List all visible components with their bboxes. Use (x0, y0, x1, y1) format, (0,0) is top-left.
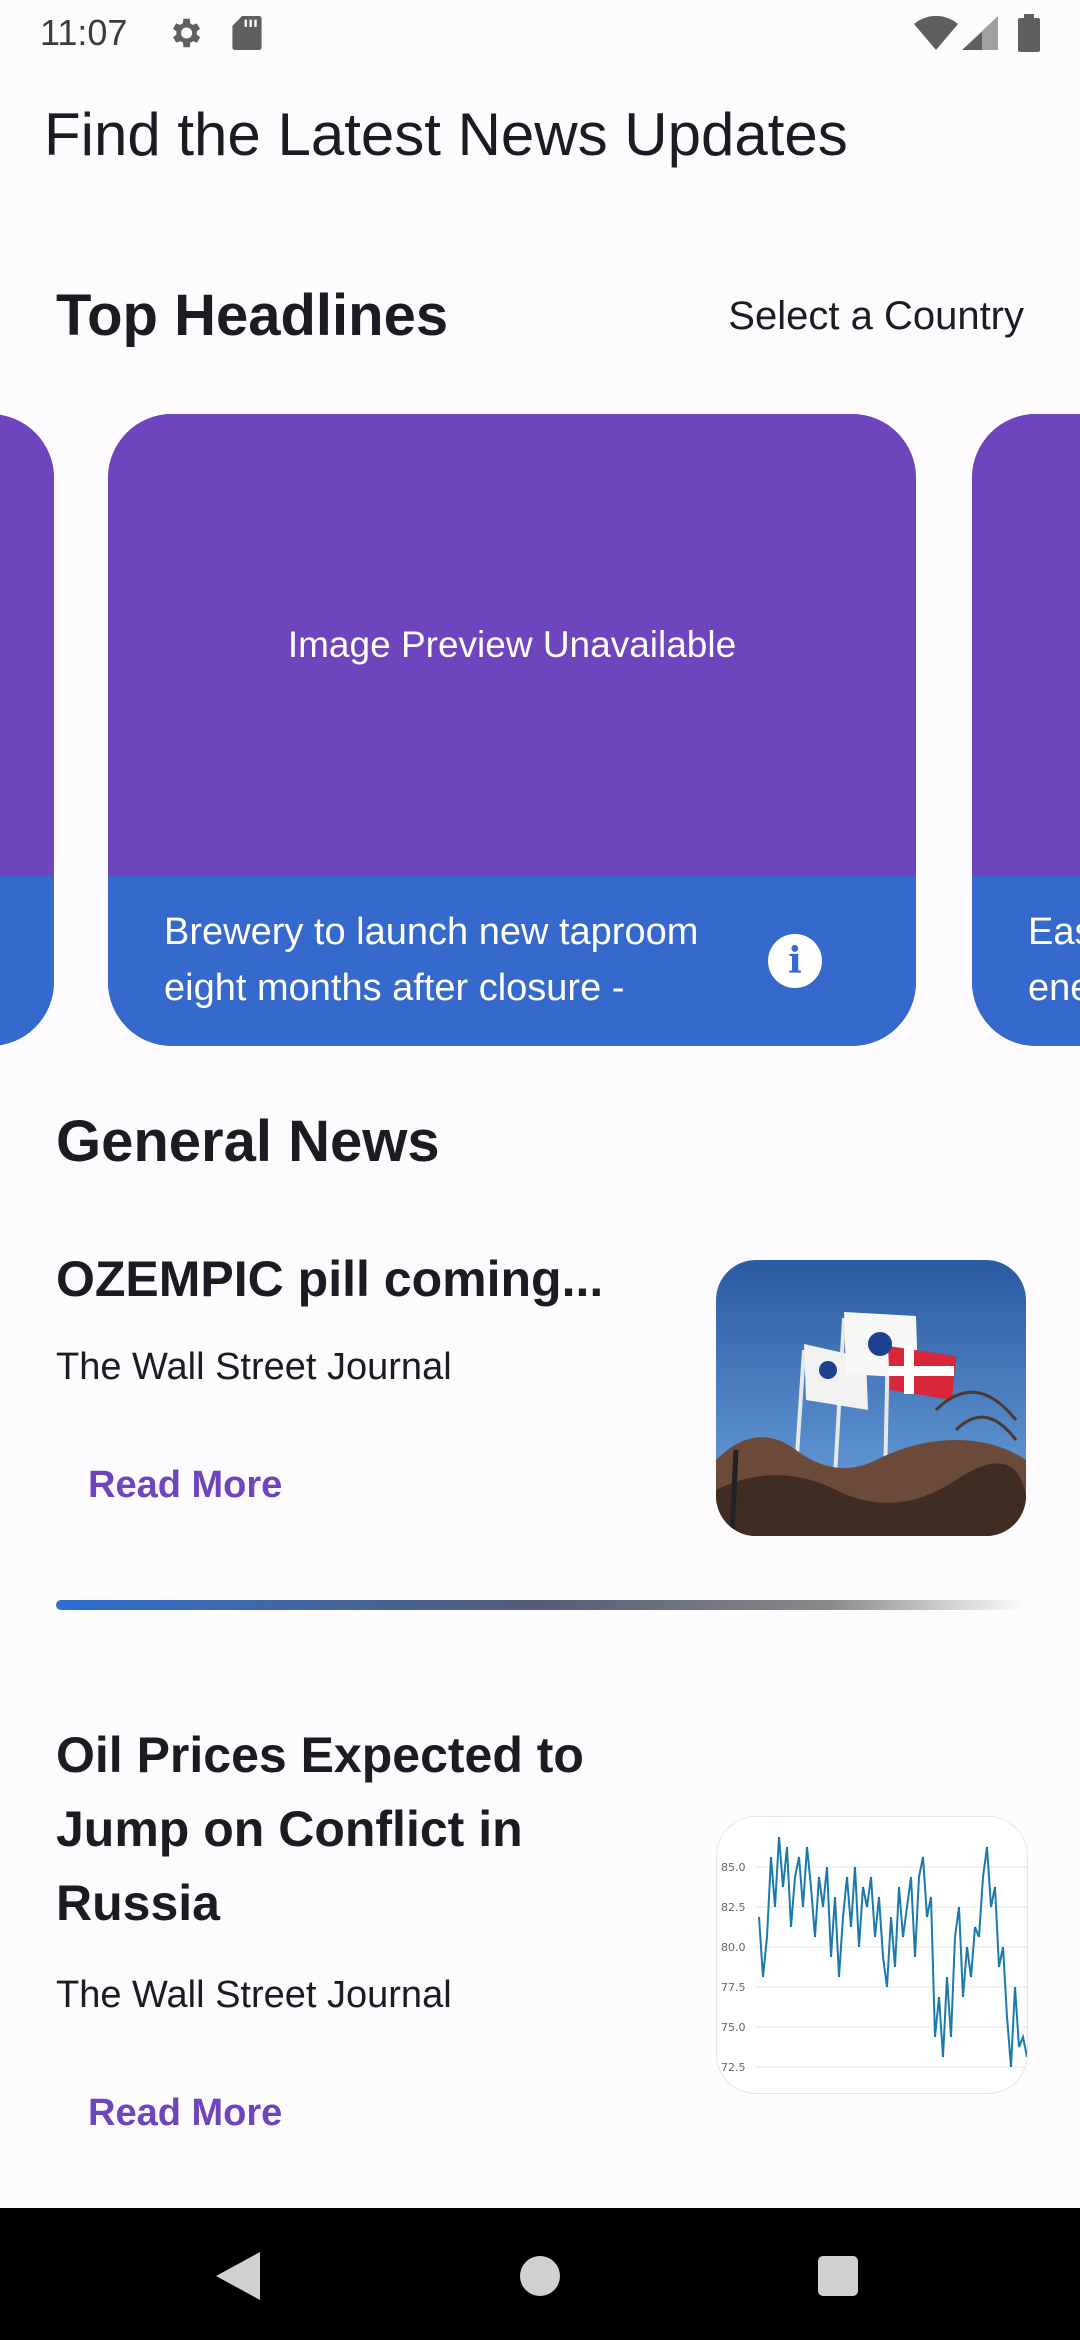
sd-card-icon (232, 16, 262, 50)
status-bar: 11:07 (0, 0, 1080, 66)
wifi-icon (914, 16, 958, 50)
back-icon[interactable] (216, 2252, 260, 2300)
system-navigation-bar (0, 2208, 1080, 2340)
news-divider (56, 1600, 1024, 1610)
settings-gear-icon (172, 18, 201, 48)
chart-tick-label: 80.0 (721, 1941, 746, 1954)
headline-card-next[interactable]: Eas ene (972, 414, 1080, 1046)
chart-tick-label: 82.5 (721, 1901, 746, 1914)
news-item[interactable]: Oil Prices Expected to Jump on Conflict … (56, 1718, 1028, 2158)
flags-photo-icon (716, 1260, 1026, 1536)
top-headlines-carousel[interactable]: Image Preview Unavailable Brewery to lau… (0, 414, 1080, 1046)
headline-card-current[interactable]: Image Preview Unavailable Brewery to lau… (108, 414, 916, 1046)
read-more-button[interactable]: Read More (88, 2092, 282, 2135)
news-thumbnail (716, 1260, 1026, 1536)
home-icon[interactable] (520, 2256, 560, 2296)
headline-card-caption-bar: Eas ene (972, 876, 1080, 1046)
headline-card-previous[interactable] (0, 414, 54, 1046)
chart-tick-label: 77.5 (721, 1981, 746, 1994)
headline-card-caption: Brewery to launch new taproom eight mont… (164, 911, 699, 1009)
headline-card-image-placeholder: Image Preview Unavailable (108, 414, 916, 876)
headline-card-caption-bar (0, 876, 54, 1046)
headline-card-image (972, 414, 1080, 876)
news-thumbnail: 85.0 82.5 80.0 77.5 75.0 72.5 (716, 1816, 1028, 2094)
headline-card-image (0, 414, 54, 876)
read-more-button[interactable]: Read More (88, 1464, 282, 1507)
recents-icon[interactable] (818, 2256, 858, 2296)
news-item[interactable]: OZEMPIC pill coming... The Wall Street J… (56, 1242, 1026, 1572)
news-title[interactable]: OZEMPIC pill coming... (56, 1242, 646, 1316)
info-icon[interactable]: i (768, 934, 822, 988)
chart-tick-label: 75.0 (721, 2021, 746, 2034)
price-chart-photo-icon: 85.0 82.5 80.0 77.5 75.0 72.5 (721, 1836, 1027, 2074)
headline-card-caption-bar: Brewery to launch new taproom eight mont… (108, 876, 916, 1046)
chart-tick-label: 85.0 (721, 1861, 746, 1874)
battery-icon (1018, 14, 1040, 52)
select-country-button[interactable]: Select a Country (728, 294, 1024, 339)
status-time: 11:07 (40, 12, 128, 53)
top-headlines-heading: Top Headlines (56, 283, 449, 348)
general-news-heading: General News (56, 1109, 440, 1174)
chart-tick-label: 72.5 (721, 2061, 746, 2074)
headline-card-caption: Eas ene (1028, 911, 1080, 1009)
app-title: Find the Latest News Updates (44, 101, 848, 168)
news-source: The Wall Street Journal (56, 1346, 452, 1388)
news-source: The Wall Street Journal (56, 1974, 452, 2016)
news-title[interactable]: Oil Prices Expected to Jump on Conflict … (56, 1718, 646, 1940)
cell-signal-icon (962, 16, 998, 50)
